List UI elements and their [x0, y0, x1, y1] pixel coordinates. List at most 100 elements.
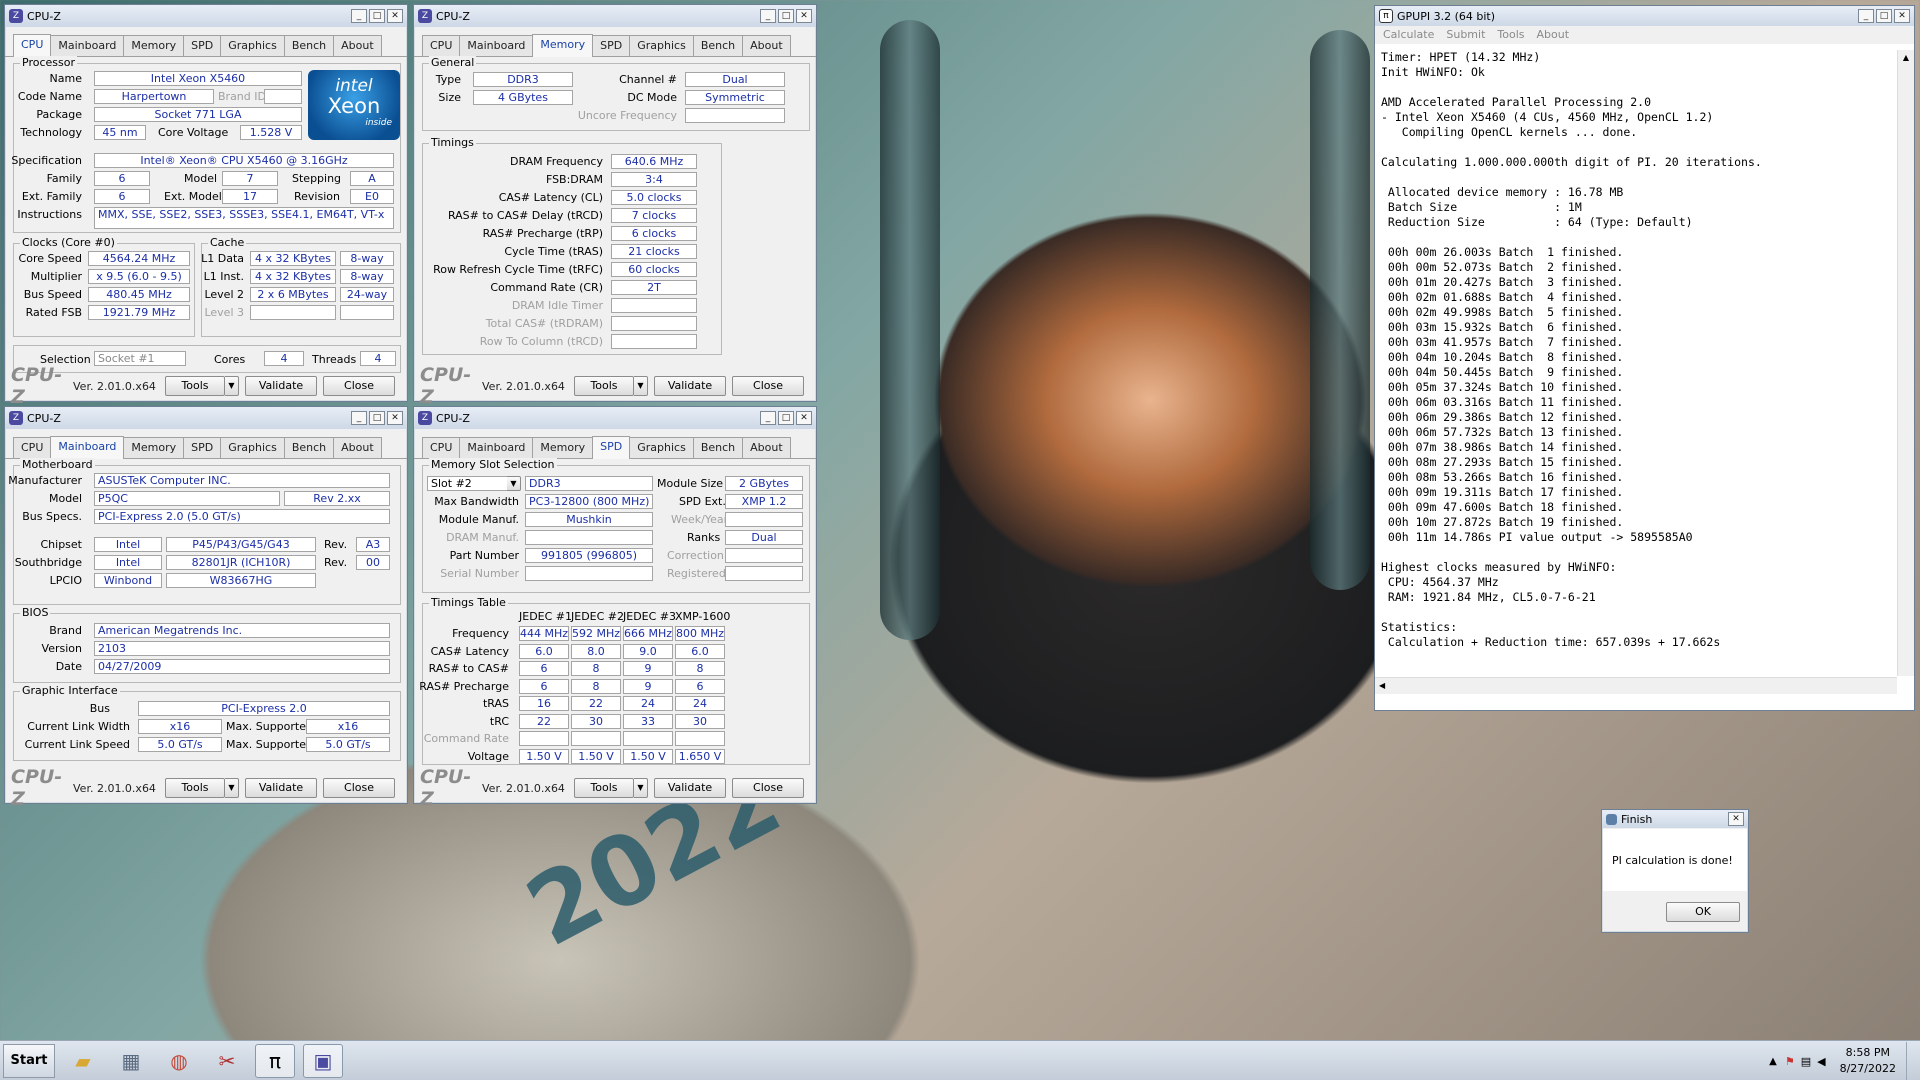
tab-cpu[interactable]: CPU [422, 437, 461, 458]
menu-submit[interactable]: Submit [1446, 26, 1485, 44]
tab-memory[interactable]: Memory [532, 34, 594, 57]
titlebar[interactable]: π GPUPI 3.2 (64 bit) _ □ ✕ [1375, 6, 1914, 26]
folder-icon[interactable]: ▰ [63, 1044, 103, 1078]
close-icon[interactable]: ✕ [387, 411, 403, 425]
ok-button[interactable]: OK [1666, 902, 1740, 922]
tab-bench[interactable]: Bench [692, 437, 744, 458]
volume-icon[interactable]: ◀ [1817, 1055, 1825, 1068]
maximize-button[interactable]: □ [369, 411, 385, 425]
tools-dropdown-icon[interactable]: ▼ [634, 778, 648, 798]
minimize-button[interactable]: _ [760, 411, 776, 425]
tab-graphics[interactable]: Graphics [629, 35, 694, 56]
dialog-icon [1606, 813, 1617, 825]
tab-about[interactable]: About [333, 437, 382, 458]
tool-icon[interactable]: ✂ [207, 1044, 247, 1078]
close-button[interactable]: Close [732, 376, 804, 396]
pi-app-icon[interactable]: π [255, 1043, 295, 1078]
horizontal-scrollbar[interactable]: ◀ [1375, 677, 1897, 694]
tab-mainboard[interactable]: Mainboard [459, 35, 534, 56]
tools-button[interactable]: Tools [574, 376, 634, 396]
close-icon[interactable]: ✕ [387, 9, 403, 23]
tools-button[interactable]: Tools [165, 376, 225, 396]
tab-memory[interactable]: Memory [123, 437, 185, 458]
close-button[interactable]: Close [323, 778, 395, 798]
tab-about[interactable]: About [742, 437, 791, 458]
titlebar[interactable]: Z CPU-Z _ □ ✕ [414, 407, 816, 429]
validate-button[interactable]: Validate [654, 376, 726, 396]
slot-dropdown-icon[interactable]: ▼ [507, 476, 521, 491]
minimize-button[interactable]: _ [351, 411, 367, 425]
module-size-label: Module Size [657, 477, 724, 490]
show-desktop-button[interactable] [1906, 1042, 1920, 1080]
processor-group: Processor Name Intel Xeon X5460 Code Name… [11, 56, 401, 233]
socket-select[interactable]: Socket #1 [94, 351, 186, 366]
validate-button[interactable]: Validate [245, 376, 317, 396]
titlebar[interactable]: Z CPU-Z _ □ ✕ [5, 407, 407, 429]
tab-cpu[interactable]: CPU [13, 437, 52, 458]
tab-mainboard[interactable]: Mainboard [459, 437, 534, 458]
network-icon[interactable]: ▤ [1801, 1055, 1811, 1068]
level3-label: Level 3 [204, 306, 244, 319]
l1-data-label: L1 Data [201, 252, 244, 265]
scroll-left-icon[interactable]: ◀ [1375, 681, 1385, 690]
tab-spd[interactable]: SPD [183, 437, 222, 458]
start-button[interactable]: Start [3, 1043, 55, 1078]
maximize-button[interactable]: □ [1876, 9, 1892, 23]
vertical-scrollbar[interactable]: ▲ [1897, 50, 1914, 676]
tab-memory[interactable]: Memory [123, 35, 185, 56]
maximize-button[interactable]: □ [778, 9, 794, 23]
tab-spd[interactable]: SPD [183, 35, 222, 56]
tab-graphics[interactable]: Graphics [629, 437, 694, 458]
tab-bench[interactable]: Bench [283, 35, 335, 56]
tab-about[interactable]: About [742, 35, 791, 56]
calculator-icon[interactable]: ▦ [111, 1044, 151, 1078]
timing-label: DRAM Idle Timer [511, 299, 603, 312]
paint-icon[interactable]: ◍ [159, 1044, 199, 1078]
slot-select[interactable]: Slot #2 [427, 476, 509, 491]
ext-model-label: Ext. Model [164, 190, 222, 203]
menu-tools[interactable]: Tools [1497, 26, 1524, 44]
tools-dropdown-icon[interactable]: ▼ [634, 376, 648, 396]
close-icon[interactable]: ✕ [1894, 9, 1910, 23]
tools-dropdown-icon[interactable]: ▼ [225, 376, 239, 396]
close-button[interactable]: Close [323, 376, 395, 396]
tab-cpu[interactable]: CPU [13, 34, 52, 57]
flag-icon[interactable]: ⚑ [1785, 1055, 1795, 1068]
minimize-button[interactable]: _ [760, 9, 776, 23]
tab-cpu[interactable]: CPU [422, 35, 461, 56]
close-icon[interactable]: ✕ [796, 411, 812, 425]
close-icon[interactable]: ✕ [796, 9, 812, 23]
clock[interactable]: 8:58 PM 8/27/2022 [1840, 1045, 1896, 1077]
tools-button[interactable]: Tools [165, 778, 225, 798]
close-button[interactable]: Close [732, 778, 804, 798]
close-icon[interactable]: ✕ [1728, 812, 1744, 826]
maximize-button[interactable]: □ [369, 9, 385, 23]
tools-button[interactable]: Tools [574, 778, 634, 798]
tools-dropdown-icon[interactable]: ▼ [225, 778, 239, 798]
titlebar[interactable]: Finish ✕ [1602, 810, 1748, 828]
menu-about[interactable]: About [1537, 26, 1570, 44]
titlebar[interactable]: Z CPU-Z _ □ ✕ [414, 5, 816, 27]
tab-graphics[interactable]: Graphics [220, 437, 285, 458]
tab-mainboard[interactable]: Mainboard [50, 35, 125, 56]
cpuz-app-icon[interactable]: ▣ [303, 1043, 343, 1078]
tab-about[interactable]: About [333, 35, 382, 56]
minimize-button[interactable]: _ [1858, 9, 1874, 23]
tab-graphics[interactable]: Graphics [220, 35, 285, 56]
titlebar[interactable]: Z CPU-Z _ □ ✕ [5, 5, 407, 27]
tab-bench[interactable]: Bench [283, 437, 335, 458]
maximize-button[interactable]: □ [778, 411, 794, 425]
tab-spd[interactable]: SPD [592, 436, 631, 459]
minimize-button[interactable]: _ [351, 9, 367, 23]
scroll-up-icon[interactable]: ▲ [1898, 50, 1914, 66]
validate-button[interactable]: Validate [245, 778, 317, 798]
menu-calculate[interactable]: Calculate [1383, 26, 1434, 44]
tab-memory[interactable]: Memory [532, 437, 594, 458]
cores-label: Cores [214, 353, 246, 366]
tab-bench[interactable]: Bench [692, 35, 744, 56]
tab-mainboard[interactable]: Mainboard [50, 436, 125, 459]
show-hidden-icon[interactable]: ▲ [1769, 1056, 1777, 1067]
window-title: GPUPI 3.2 (64 bit) [1397, 9, 1496, 23]
tab-spd[interactable]: SPD [592, 35, 631, 56]
validate-button[interactable]: Validate [654, 778, 726, 798]
